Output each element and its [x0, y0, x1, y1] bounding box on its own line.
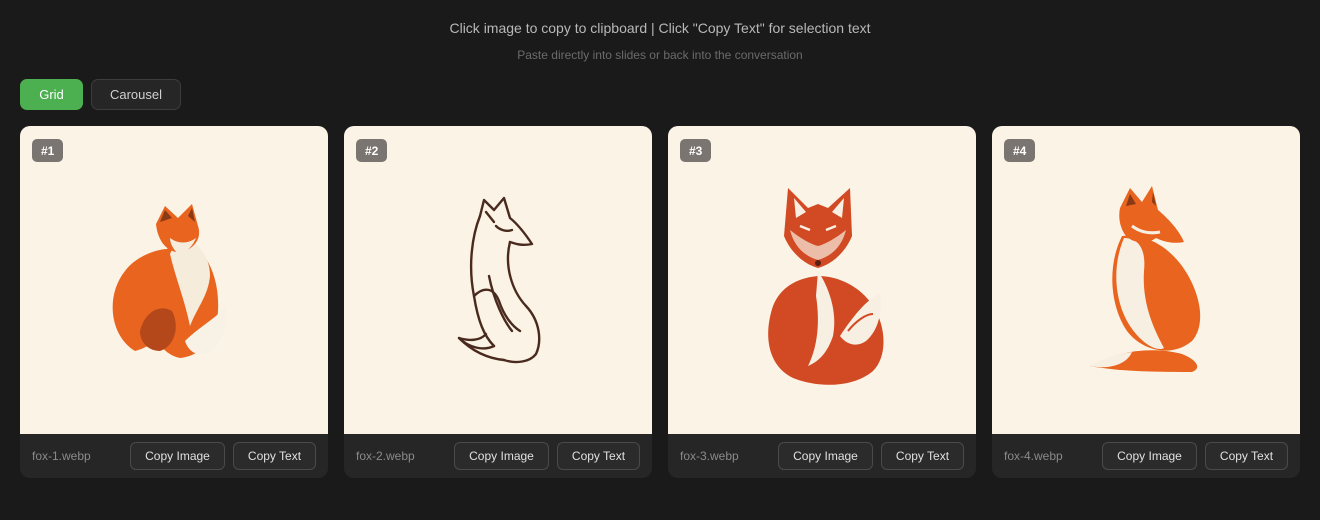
image-index-badge: #3 [680, 139, 712, 162]
copy-text-button[interactable]: Copy Text [557, 442, 640, 470]
image-card: #2 fox-2.webp Copy Image Copy Text [344, 126, 652, 478]
card-footer: fox-1.webp Copy Image Copy Text [20, 434, 328, 478]
fox-illustration-3 [768, 188, 884, 385]
copy-image-button[interactable]: Copy Image [130, 442, 225, 470]
image-preview-fox-1[interactable]: #1 [20, 126, 328, 434]
copy-text-button[interactable]: Copy Text [233, 442, 316, 470]
filename-label: fox-1.webp [32, 449, 91, 463]
fox-illustration-1 [112, 204, 227, 358]
fox-illustration-4 [1090, 186, 1201, 372]
image-card: #4 fox-4.webp Copy Image Copy Text [992, 126, 1300, 478]
header-subtitle: Paste directly into slides or back into … [517, 48, 803, 62]
filename-label: fox-4.webp [1004, 449, 1063, 463]
card-footer: fox-2.webp Copy Image Copy Text [344, 434, 652, 478]
image-index-badge: #1 [32, 139, 64, 162]
fox-illustration-2 [457, 196, 541, 364]
image-preview-fox-4[interactable]: #4 [992, 126, 1300, 434]
grid-view-button[interactable]: Grid [20, 79, 83, 110]
copy-image-button[interactable]: Copy Image [778, 442, 873, 470]
image-card: #1 fox-1.webp Copy Image Copy Text [20, 126, 328, 478]
copy-image-button[interactable]: Copy Image [1102, 442, 1197, 470]
card-footer: fox-3.webp Copy Image Copy Text [668, 434, 976, 478]
image-index-badge: #4 [1004, 139, 1036, 162]
image-grid: #1 fox-1.webp Copy Image Copy Text #2 fo… [20, 126, 1300, 478]
image-card: #3 fox-3.webp Copy Image Copy Text [668, 126, 976, 478]
filename-label: fox-2.webp [356, 449, 415, 463]
card-footer: fox-4.webp Copy Image Copy Text [992, 434, 1300, 478]
copy-text-button[interactable]: Copy Text [1205, 442, 1288, 470]
carousel-view-button[interactable]: Carousel [91, 79, 181, 110]
filename-label: fox-3.webp [680, 449, 739, 463]
header-title: Click image to copy to clipboard | Click… [449, 20, 871, 36]
image-index-badge: #2 [356, 139, 388, 162]
copy-image-button[interactable]: Copy Image [454, 442, 549, 470]
copy-text-button[interactable]: Copy Text [881, 442, 964, 470]
image-preview-fox-2[interactable]: #2 [344, 126, 652, 434]
image-preview-fox-3[interactable]: #3 [668, 126, 976, 434]
view-toggle: Grid Carousel [20, 79, 181, 110]
